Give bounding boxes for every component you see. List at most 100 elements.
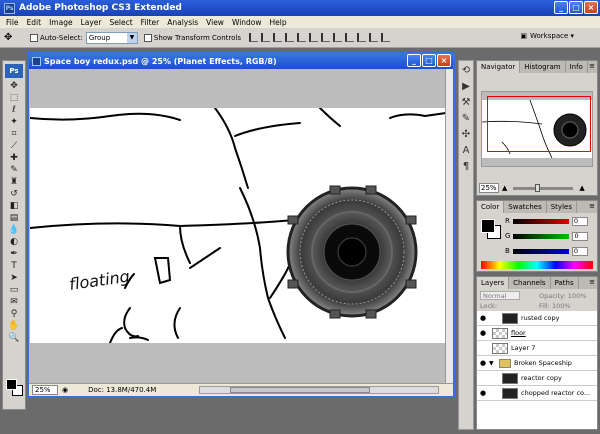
- green-value-field[interactable]: 0: [572, 231, 589, 241]
- tab-layers[interactable]: Layers: [477, 277, 510, 289]
- crop-tool-icon[interactable]: ⌗: [6, 129, 22, 140]
- eye-icon[interactable]: ●: [477, 329, 489, 337]
- pen-tool-icon[interactable]: ✒: [6, 249, 22, 260]
- tab-color[interactable]: Color: [477, 201, 505, 213]
- eye-icon[interactable]: ●: [477, 314, 489, 322]
- image-canvas[interactable]: floating: [30, 108, 446, 343]
- status-menu-icon[interactable]: ◉: [62, 386, 68, 394]
- blend-mode-dropdown[interactable]: Normal: [480, 291, 520, 300]
- layer-row[interactable]: ● floor: [477, 326, 597, 341]
- lasso-tool-icon[interactable]: ℓ: [6, 105, 22, 116]
- green-slider[interactable]: [513, 233, 570, 239]
- layer-row[interactable]: ● chopped reactor co...: [477, 386, 597, 401]
- menu-window[interactable]: Window: [228, 18, 266, 27]
- healing-brush-tool-icon[interactable]: ✚: [6, 153, 22, 164]
- distribute-vcenter-icon[interactable]: [332, 33, 342, 42]
- auto-select-checkbox[interactable]: [30, 33, 38, 42]
- foreground-color-swatch[interactable]: [6, 379, 17, 390]
- minimize-button[interactable]: _: [554, 1, 568, 14]
- opacity-value[interactable]: 100%: [568, 292, 587, 300]
- path-selection-tool-icon[interactable]: ➤: [6, 273, 22, 284]
- eye-icon[interactable]: ●: [477, 359, 489, 367]
- opacity-control[interactable]: Opacity: 100%: [539, 292, 586, 300]
- menu-image[interactable]: Image: [45, 18, 77, 27]
- align-top-icon[interactable]: [248, 33, 258, 42]
- document-maximize-button[interactable]: □: [422, 54, 436, 67]
- hand-tool-icon[interactable]: ✋: [6, 321, 22, 332]
- document-titlebar[interactable]: Space boy redux.psd @ 25% (Planet Effect…: [29, 53, 453, 69]
- tab-swatches[interactable]: Swatches: [504, 201, 547, 213]
- menu-analysis[interactable]: Analysis: [163, 18, 202, 27]
- move-tool-icon[interactable]: ✥: [6, 81, 22, 92]
- navigator-view-box[interactable]: [487, 96, 591, 152]
- menu-edit[interactable]: Edit: [23, 18, 46, 27]
- navigator-zoom-field[interactable]: 25%: [479, 183, 499, 193]
- clone-source-icon[interactable]: ✣: [460, 129, 472, 141]
- clone-stamp-tool-icon[interactable]: ♜: [6, 177, 22, 188]
- tab-info[interactable]: Info: [566, 61, 588, 73]
- paragraph-panel-icon[interactable]: ¶: [460, 161, 472, 173]
- slice-tool-icon[interactable]: ⟋: [6, 141, 22, 152]
- history-brush-tool-icon[interactable]: ↺: [6, 189, 22, 200]
- character-panel-icon[interactable]: A: [460, 145, 472, 157]
- eye-icon[interactable]: ●: [477, 389, 489, 397]
- tool-presets-icon[interactable]: ⚒: [460, 97, 472, 109]
- brushes-panel-icon[interactable]: ✎: [460, 113, 472, 125]
- tab-channels[interactable]: Channels: [509, 277, 551, 289]
- expand-triangle-icon[interactable]: ▼: [489, 360, 497, 367]
- brush-tool-icon[interactable]: ✎: [6, 165, 22, 176]
- layer-row[interactable]: reactor copy: [477, 371, 597, 386]
- tab-paths[interactable]: Paths: [551, 277, 579, 289]
- gradient-tool-icon[interactable]: ▤: [6, 213, 22, 224]
- move-tool-icon[interactable]: ✥: [4, 31, 24, 45]
- blur-tool-icon[interactable]: 💧: [6, 225, 22, 236]
- tab-styles[interactable]: Styles: [547, 201, 577, 213]
- red-value-field[interactable]: 0: [571, 216, 588, 226]
- navigator-zoom-slider[interactable]: [513, 183, 574, 192]
- auto-select-dropdown[interactable]: Group ▼: [85, 31, 138, 44]
- panel-menu-icon[interactable]: ≡: [589, 278, 595, 286]
- eraser-tool-icon[interactable]: ◧: [6, 201, 22, 212]
- workspace-menu[interactable]: ▣ Workspace ▾: [520, 32, 574, 40]
- document-close-button[interactable]: ×: [437, 54, 451, 67]
- zoom-in-icon[interactable]: ▲: [579, 184, 584, 192]
- align-left-icon[interactable]: [284, 33, 294, 42]
- distribute-bottom-icon[interactable]: [344, 33, 354, 42]
- actions-panel-icon[interactable]: ▶: [460, 81, 472, 93]
- magic-wand-tool-icon[interactable]: ✦: [6, 117, 22, 128]
- horizontal-scrollbar[interactable]: [199, 386, 439, 394]
- tab-navigator[interactable]: Navigator: [477, 61, 521, 73]
- maximize-button[interactable]: □: [569, 1, 583, 14]
- shape-tool-icon[interactable]: ▭: [6, 285, 22, 296]
- menu-select[interactable]: Select: [106, 18, 137, 27]
- align-right-icon[interactable]: [308, 33, 318, 42]
- distribute-right-icon[interactable]: [380, 33, 390, 42]
- tab-histogram[interactable]: Histogram: [520, 61, 566, 73]
- panel-menu-icon[interactable]: ≡: [589, 62, 595, 70]
- layer-row[interactable]: ● rusted copy: [477, 311, 597, 326]
- zoom-out-icon[interactable]: ▲: [502, 184, 507, 192]
- document-minimize-button[interactable]: _: [407, 54, 421, 67]
- menu-help[interactable]: Help: [266, 18, 291, 27]
- horizontal-scroll-thumb[interactable]: [230, 387, 370, 393]
- notes-tool-icon[interactable]: ✉: [6, 297, 22, 308]
- align-bottom-icon[interactable]: [272, 33, 282, 42]
- distribute-left-icon[interactable]: [356, 33, 366, 42]
- marquee-tool-icon[interactable]: ⬚: [6, 93, 22, 104]
- align-hcenter-icon[interactable]: [296, 33, 306, 42]
- color-ramp[interactable]: [481, 259, 595, 271]
- menu-file[interactable]: File: [2, 18, 23, 27]
- zoom-tool-icon[interactable]: 🔍: [6, 333, 22, 344]
- blue-value-field[interactable]: 0: [571, 246, 588, 256]
- menu-view[interactable]: View: [202, 18, 228, 27]
- zoom-slider-thumb[interactable]: [535, 183, 541, 192]
- close-button[interactable]: ×: [584, 1, 598, 14]
- panel-menu-icon[interactable]: ≡: [589, 202, 595, 210]
- layer-group-row[interactable]: ● ▼ Broken Spaceship: [477, 356, 597, 371]
- distribute-hcenter-icon[interactable]: [368, 33, 378, 42]
- show-transform-checkbox[interactable]: [143, 33, 152, 42]
- navigator-thumbnail[interactable]: [481, 91, 593, 167]
- eyedropper-tool-icon[interactable]: ⚲: [6, 309, 22, 320]
- align-vcenter-icon[interactable]: [260, 33, 270, 42]
- red-slider[interactable]: [512, 218, 569, 224]
